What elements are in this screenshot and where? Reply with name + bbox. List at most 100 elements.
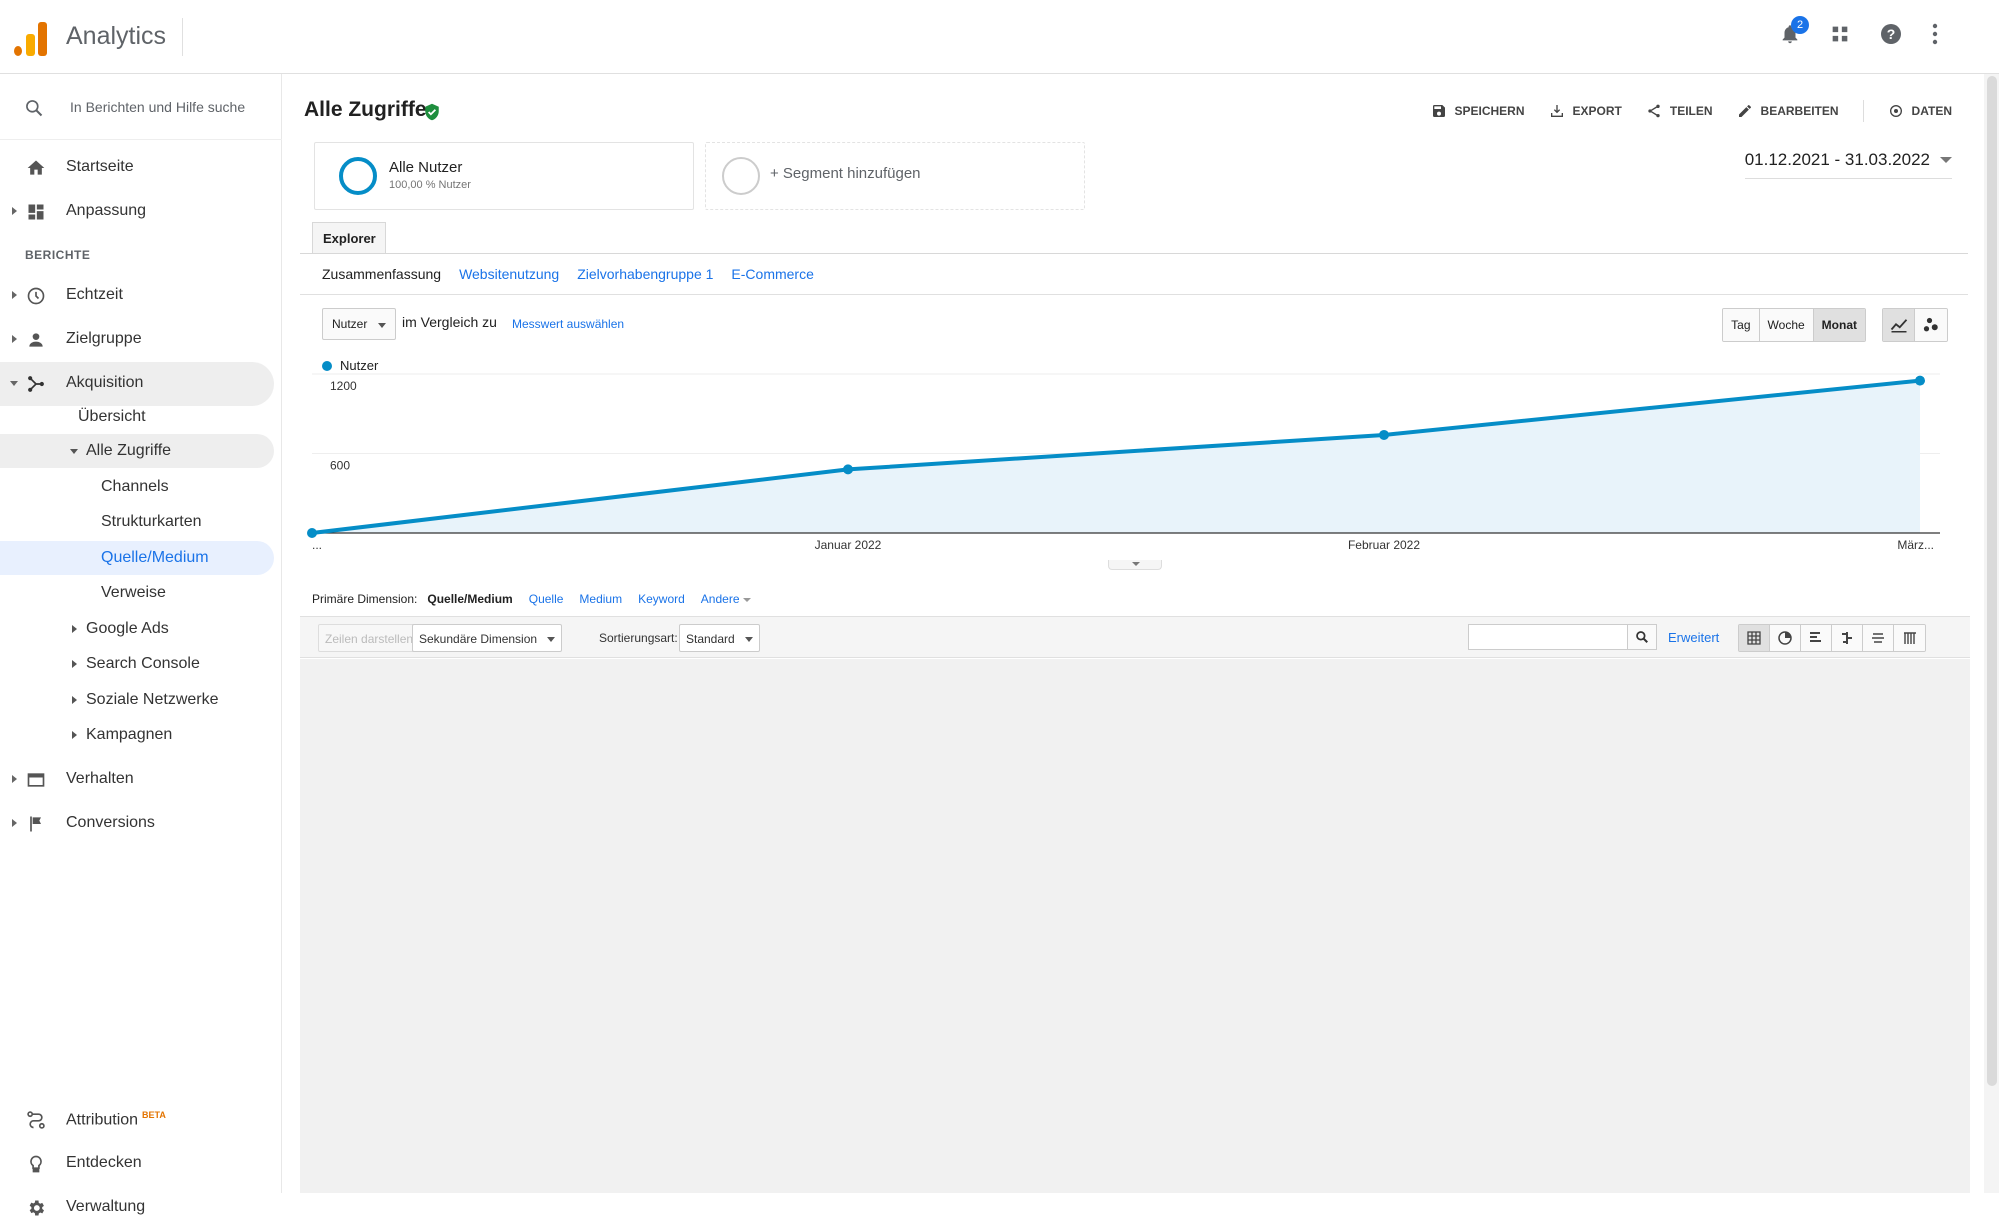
dimension-source-medium[interactable]: Quelle/Medium xyxy=(427,592,512,606)
comparison-view-button[interactable] xyxy=(1832,625,1863,651)
period-day-button[interactable]: Tag xyxy=(1723,309,1760,341)
table-search-input[interactable] xyxy=(1468,624,1628,650)
sidebar-item-conversions[interactable]: Conversions xyxy=(0,802,274,846)
collapse-caret-icon xyxy=(10,381,18,386)
pivot-view-button[interactable] xyxy=(1894,625,1925,651)
top-icons: 2 ? xyxy=(1779,16,1939,46)
export-label: EXPORT xyxy=(1572,104,1622,118)
sidebar-item-label: Search Console xyxy=(86,655,200,672)
sidebar-item-label: Entdecken xyxy=(66,1154,142,1171)
segment-subtitle: 100,00 % Nutzer xyxy=(389,179,471,191)
person-icon xyxy=(29,333,43,347)
sidebar-item-audience[interactable]: Zielgruppe xyxy=(0,318,274,362)
expand-caret-icon xyxy=(12,291,17,299)
scrollbar-thumb[interactable] xyxy=(1987,76,1997,1086)
help-icon[interactable]: ? xyxy=(1879,22,1903,46)
advanced-filter-link[interactable]: Erweitert xyxy=(1668,630,1719,645)
chevron-down-icon xyxy=(744,637,753,643)
tab-explorer[interactable]: Explorer xyxy=(312,222,386,254)
analytics-logo[interactable] xyxy=(14,20,48,56)
period-week-button[interactable]: Woche xyxy=(1759,309,1814,341)
dimension-other-dropdown[interactable]: Andere xyxy=(701,592,751,606)
save-button[interactable]: SPEICHERN xyxy=(1431,103,1525,119)
chevron-down-icon xyxy=(378,323,386,328)
dimension-source[interactable]: Quelle xyxy=(529,592,564,606)
clock-icon xyxy=(27,287,45,305)
plot-rows-button[interactable]: Zeilen darstellen xyxy=(318,624,421,652)
subtab-ecommerce[interactable]: E-Commerce xyxy=(731,266,813,282)
expand-caret-icon xyxy=(72,625,77,633)
sidebar-item-behavior[interactable]: Verhalten xyxy=(0,758,274,802)
expand-caret-icon xyxy=(72,696,77,704)
explorer-subtabs: Zusammenfassung Websitenutzung Zielvorha… xyxy=(322,266,814,282)
data-table-view-button[interactable] xyxy=(1739,625,1770,651)
segment-all-users[interactable]: Alle Nutzer 100,00 % Nutzer xyxy=(314,142,694,210)
table-view-toggle xyxy=(1738,624,1926,652)
term-cloud-view-button[interactable] xyxy=(1863,625,1894,651)
sidebar: In Berichten und Hilfe suche Startseite … xyxy=(0,74,282,1216)
apps-grid-icon[interactable] xyxy=(1829,23,1851,45)
sidebar-item-referrals[interactable]: Verweise xyxy=(0,576,274,610)
pie-view-button[interactable] xyxy=(1770,625,1801,651)
sidebar-item-source-medium[interactable]: Quelle/Medium xyxy=(0,541,274,575)
more-vert-icon[interactable] xyxy=(1931,23,1939,45)
sidebar-item-label: Quelle/Medium xyxy=(101,549,209,566)
sidebar-item-treemaps[interactable]: Strukturkarten xyxy=(0,505,274,539)
report-table-area xyxy=(300,659,1970,1193)
primary-dimension-row: Primäre Dimension: Quelle/Medium Quelle … xyxy=(312,592,751,606)
dimension-medium[interactable]: Medium xyxy=(579,592,622,606)
date-range-picker[interactable]: 01.12.2021 - 31.03.2022 xyxy=(1744,150,1952,179)
sidebar-item-attribution[interactable]: Attribution BETA xyxy=(0,1098,274,1142)
subtab-site-usage[interactable]: Websitenutzung xyxy=(459,266,559,282)
share-button[interactable]: TEILEN xyxy=(1646,103,1713,119)
sidebar-item-customization[interactable]: Anpassung xyxy=(0,190,274,234)
date-range-text: 01.12.2021 - 31.03.2022 xyxy=(1744,150,1930,169)
table-toolbar: Zeilen darstellen Sekundäre Dimension So… xyxy=(300,616,1970,658)
actions-divider xyxy=(1862,100,1864,122)
chevron-down-icon xyxy=(742,597,751,602)
dashboard-icon xyxy=(28,204,44,220)
subtab-goal-set[interactable]: Zielvorhabengruppe 1 xyxy=(577,266,713,282)
sidebar-item-social[interactable]: Soziale Netzwerke xyxy=(0,683,274,717)
dimension-other-label: Andere xyxy=(700,592,740,606)
download-icon xyxy=(1550,105,1563,117)
attribution-icon xyxy=(27,1111,45,1129)
search-row[interactable]: In Berichten und Hilfe suche xyxy=(0,74,282,140)
edit-button[interactable]: BEARBEITEN xyxy=(1737,103,1839,119)
sidebar-item-campaigns[interactable]: Kampagnen xyxy=(0,718,274,752)
app-title: Analytics xyxy=(66,22,167,50)
compare-label: im Vergleich zu xyxy=(402,314,497,330)
dimension-keyword[interactable]: Keyword xyxy=(638,592,685,606)
notifications-button[interactable]: 2 xyxy=(1779,16,1809,46)
sidebar-item-channels[interactable]: Channels xyxy=(0,470,274,504)
sidebar-item-label: Strukturkarten xyxy=(101,513,202,530)
secondary-dimension-dropdown[interactable]: Sekundäre Dimension xyxy=(412,624,563,652)
chart-resize-handle[interactable] xyxy=(1108,560,1162,570)
sidebar-item-search-console[interactable]: Search Console xyxy=(0,647,274,681)
sidebar-item-label: Attribution BETA xyxy=(66,1110,166,1129)
add-segment-button[interactable]: + Segment hinzufügen xyxy=(705,142,1085,210)
sort-type-dropdown[interactable]: Standard xyxy=(679,624,760,652)
sidebar-item-home[interactable]: Startseite xyxy=(0,146,274,190)
select-metric-link[interactable]: Messwert auswählen xyxy=(512,317,624,331)
motion-chart-button[interactable] xyxy=(1915,309,1947,341)
svg-text:?: ? xyxy=(1887,26,1896,42)
sidebar-item-discover[interactable]: Entdecken xyxy=(0,1142,274,1186)
y-tick-label: 600 xyxy=(330,459,350,473)
table-search-button[interactable] xyxy=(1627,624,1657,650)
behavior-icon xyxy=(27,773,45,787)
period-month-button[interactable]: Monat xyxy=(1813,309,1865,341)
page-scrollbar[interactable] xyxy=(1984,74,1999,1193)
data-sync-icon xyxy=(1889,105,1902,117)
performance-view-button[interactable] xyxy=(1801,625,1832,651)
data-point xyxy=(1915,375,1925,386)
line-chart-button[interactable] xyxy=(1883,309,1915,341)
export-button[interactable]: EXPORT xyxy=(1549,103,1622,119)
data-button[interactable]: DATEN xyxy=(1888,103,1952,119)
sidebar-item-all-traffic[interactable]: Alle Zugriffe xyxy=(0,434,274,468)
sidebar-item-google-ads[interactable]: Google Ads xyxy=(0,612,274,646)
sidebar-item-overview[interactable]: Übersicht xyxy=(0,400,274,434)
sidebar-item-realtime[interactable]: Echtzeit xyxy=(0,274,274,318)
subtab-summary[interactable]: Zusammenfassung xyxy=(322,266,441,282)
metric-dropdown[interactable]: Nutzer xyxy=(322,308,396,340)
